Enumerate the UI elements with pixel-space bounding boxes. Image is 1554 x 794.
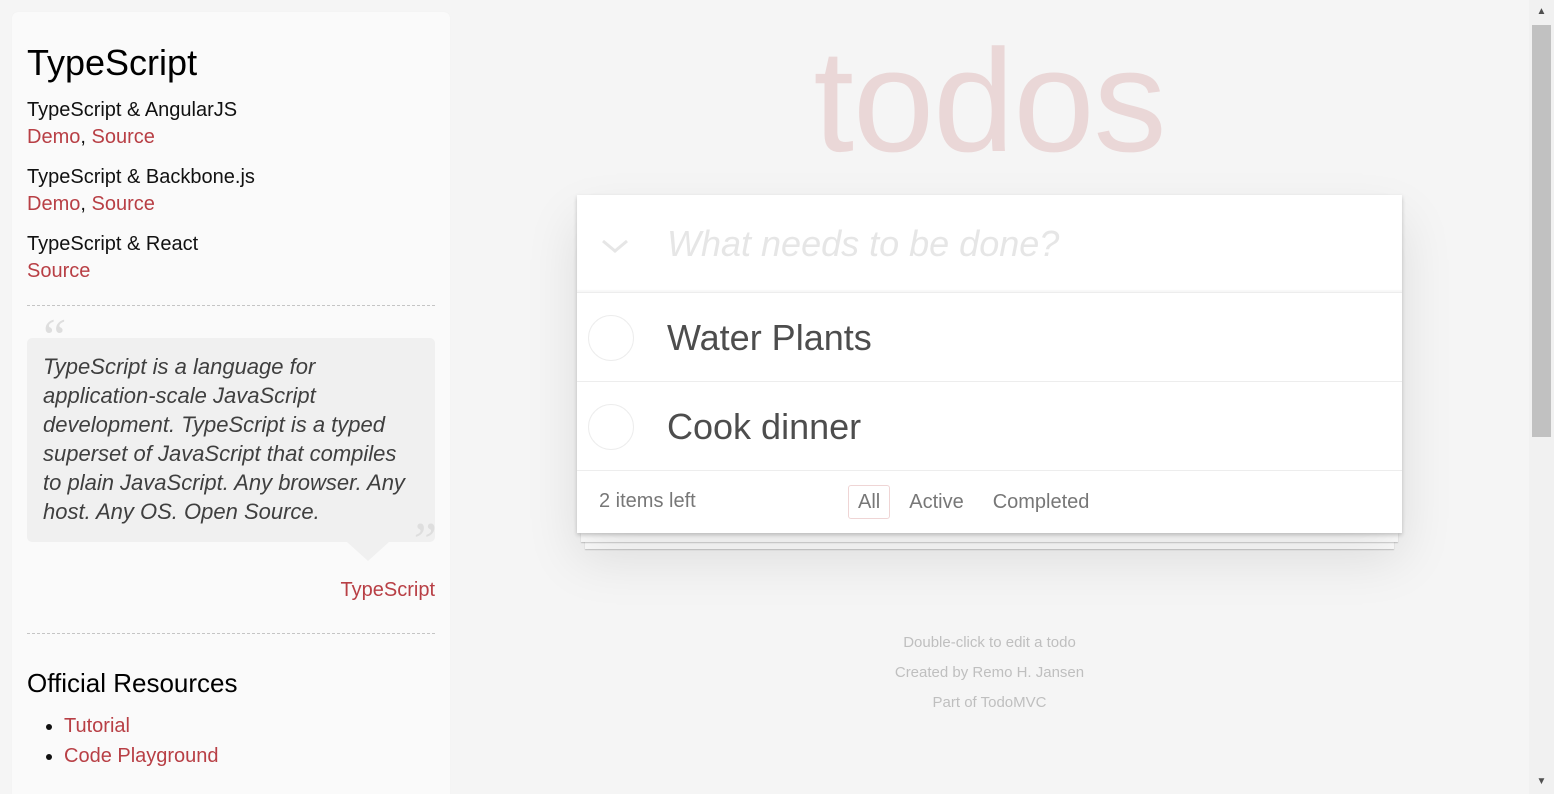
todo-label[interactable]: Water Plants <box>667 293 872 382</box>
demo-link[interactable]: Demo <box>27 126 80 148</box>
filter-active[interactable]: Active <box>899 485 973 519</box>
link-separator: , <box>80 193 92 215</box>
todo-app: Water Plants Cook dinner 2 items left Al… <box>577 195 1402 533</box>
demo-link[interactable]: Demo <box>27 193 80 215</box>
new-todo-input[interactable] <box>637 195 1397 293</box>
todo-item[interactable]: Cook dinner <box>577 382 1402 471</box>
divider <box>27 633 435 634</box>
resources-heading: Official Resources <box>27 668 238 698</box>
scroll-down-arrow-icon[interactable]: ▼ <box>1529 772 1554 792</box>
example-links: Source <box>27 258 435 285</box>
todo-checkbox[interactable] <box>588 404 634 450</box>
info-footer: Double-click to edit a todo Created by R… <box>577 628 1402 718</box>
todo-checkbox[interactable] <box>588 315 634 361</box>
toggle-all-chevron-icon[interactable] <box>595 225 635 265</box>
tutorial-link[interactable]: Tutorial <box>64 715 130 737</box>
example-title: TypeScript & Backbone.js <box>27 166 255 188</box>
info-edit-hint: Double-click to edit a todo <box>903 634 1076 651</box>
vertical-scrollbar[interactable]: ▲ ▼ <box>1529 0 1554 794</box>
todo-item[interactable]: Water Plants <box>577 293 1402 382</box>
example-title: TypeScript & React <box>27 233 199 255</box>
example-title: TypeScript & AngularJS <box>27 99 238 121</box>
todo-header <box>577 195 1402 293</box>
info-todomvc: Part of TodoMVC <box>932 694 1047 711</box>
filters: All Active Completed <box>848 485 1108 519</box>
sidebar-title: TypeScript <box>27 42 198 83</box>
example-backbone: TypeScript & Backbone.js Demo, Source <box>27 164 435 218</box>
scroll-up-arrow-icon[interactable]: ▲ <box>1529 2 1554 22</box>
quote-footer: TypeScript <box>27 577 435 603</box>
divider <box>27 305 435 306</box>
source-link[interactable]: Source <box>27 260 90 282</box>
link-separator: , <box>80 126 92 148</box>
close-quote-icon: ” <box>408 513 437 570</box>
example-react: TypeScript & React Source <box>27 231 435 285</box>
resource-item: Code Playground <box>64 741 435 771</box>
filter-all[interactable]: All <box>848 485 891 519</box>
resources-list: Tutorial Code Playground <box>27 711 435 771</box>
source-link[interactable]: Source <box>91 126 154 148</box>
app-title: todos <box>813 19 1166 182</box>
resource-item: Tutorial <box>64 711 435 741</box>
example-links: Demo, Source <box>27 191 435 218</box>
paper-stack-middle <box>581 533 1398 542</box>
quote-source-link[interactable]: TypeScript <box>341 579 435 601</box>
source-link[interactable]: Source <box>91 193 154 215</box>
scroll-thumb[interactable] <box>1532 25 1551 437</box>
filter-completed[interactable]: Completed <box>983 485 1100 519</box>
info-credits: Created by Remo H. Jansen <box>894 664 1085 681</box>
todo-footer: 2 items left All Active Completed <box>577 471 1402 533</box>
example-angularjs: TypeScript & AngularJS Demo, Source <box>27 97 435 151</box>
quote-block: “ TypeScript is a language for applicati… <box>27 312 437 568</box>
todo-label[interactable]: Cook dinner <box>667 382 861 471</box>
quote-text: TypeScript is a language for application… <box>27 338 435 542</box>
example-links: Demo, Source <box>27 124 435 151</box>
items-left-count: 2 items left <box>599 490 696 512</box>
code-playground-link[interactable]: Code Playground <box>64 745 219 767</box>
quote-arrow <box>347 542 389 561</box>
sidebar: TypeScript TypeScript & AngularJS Demo, … <box>12 12 450 794</box>
